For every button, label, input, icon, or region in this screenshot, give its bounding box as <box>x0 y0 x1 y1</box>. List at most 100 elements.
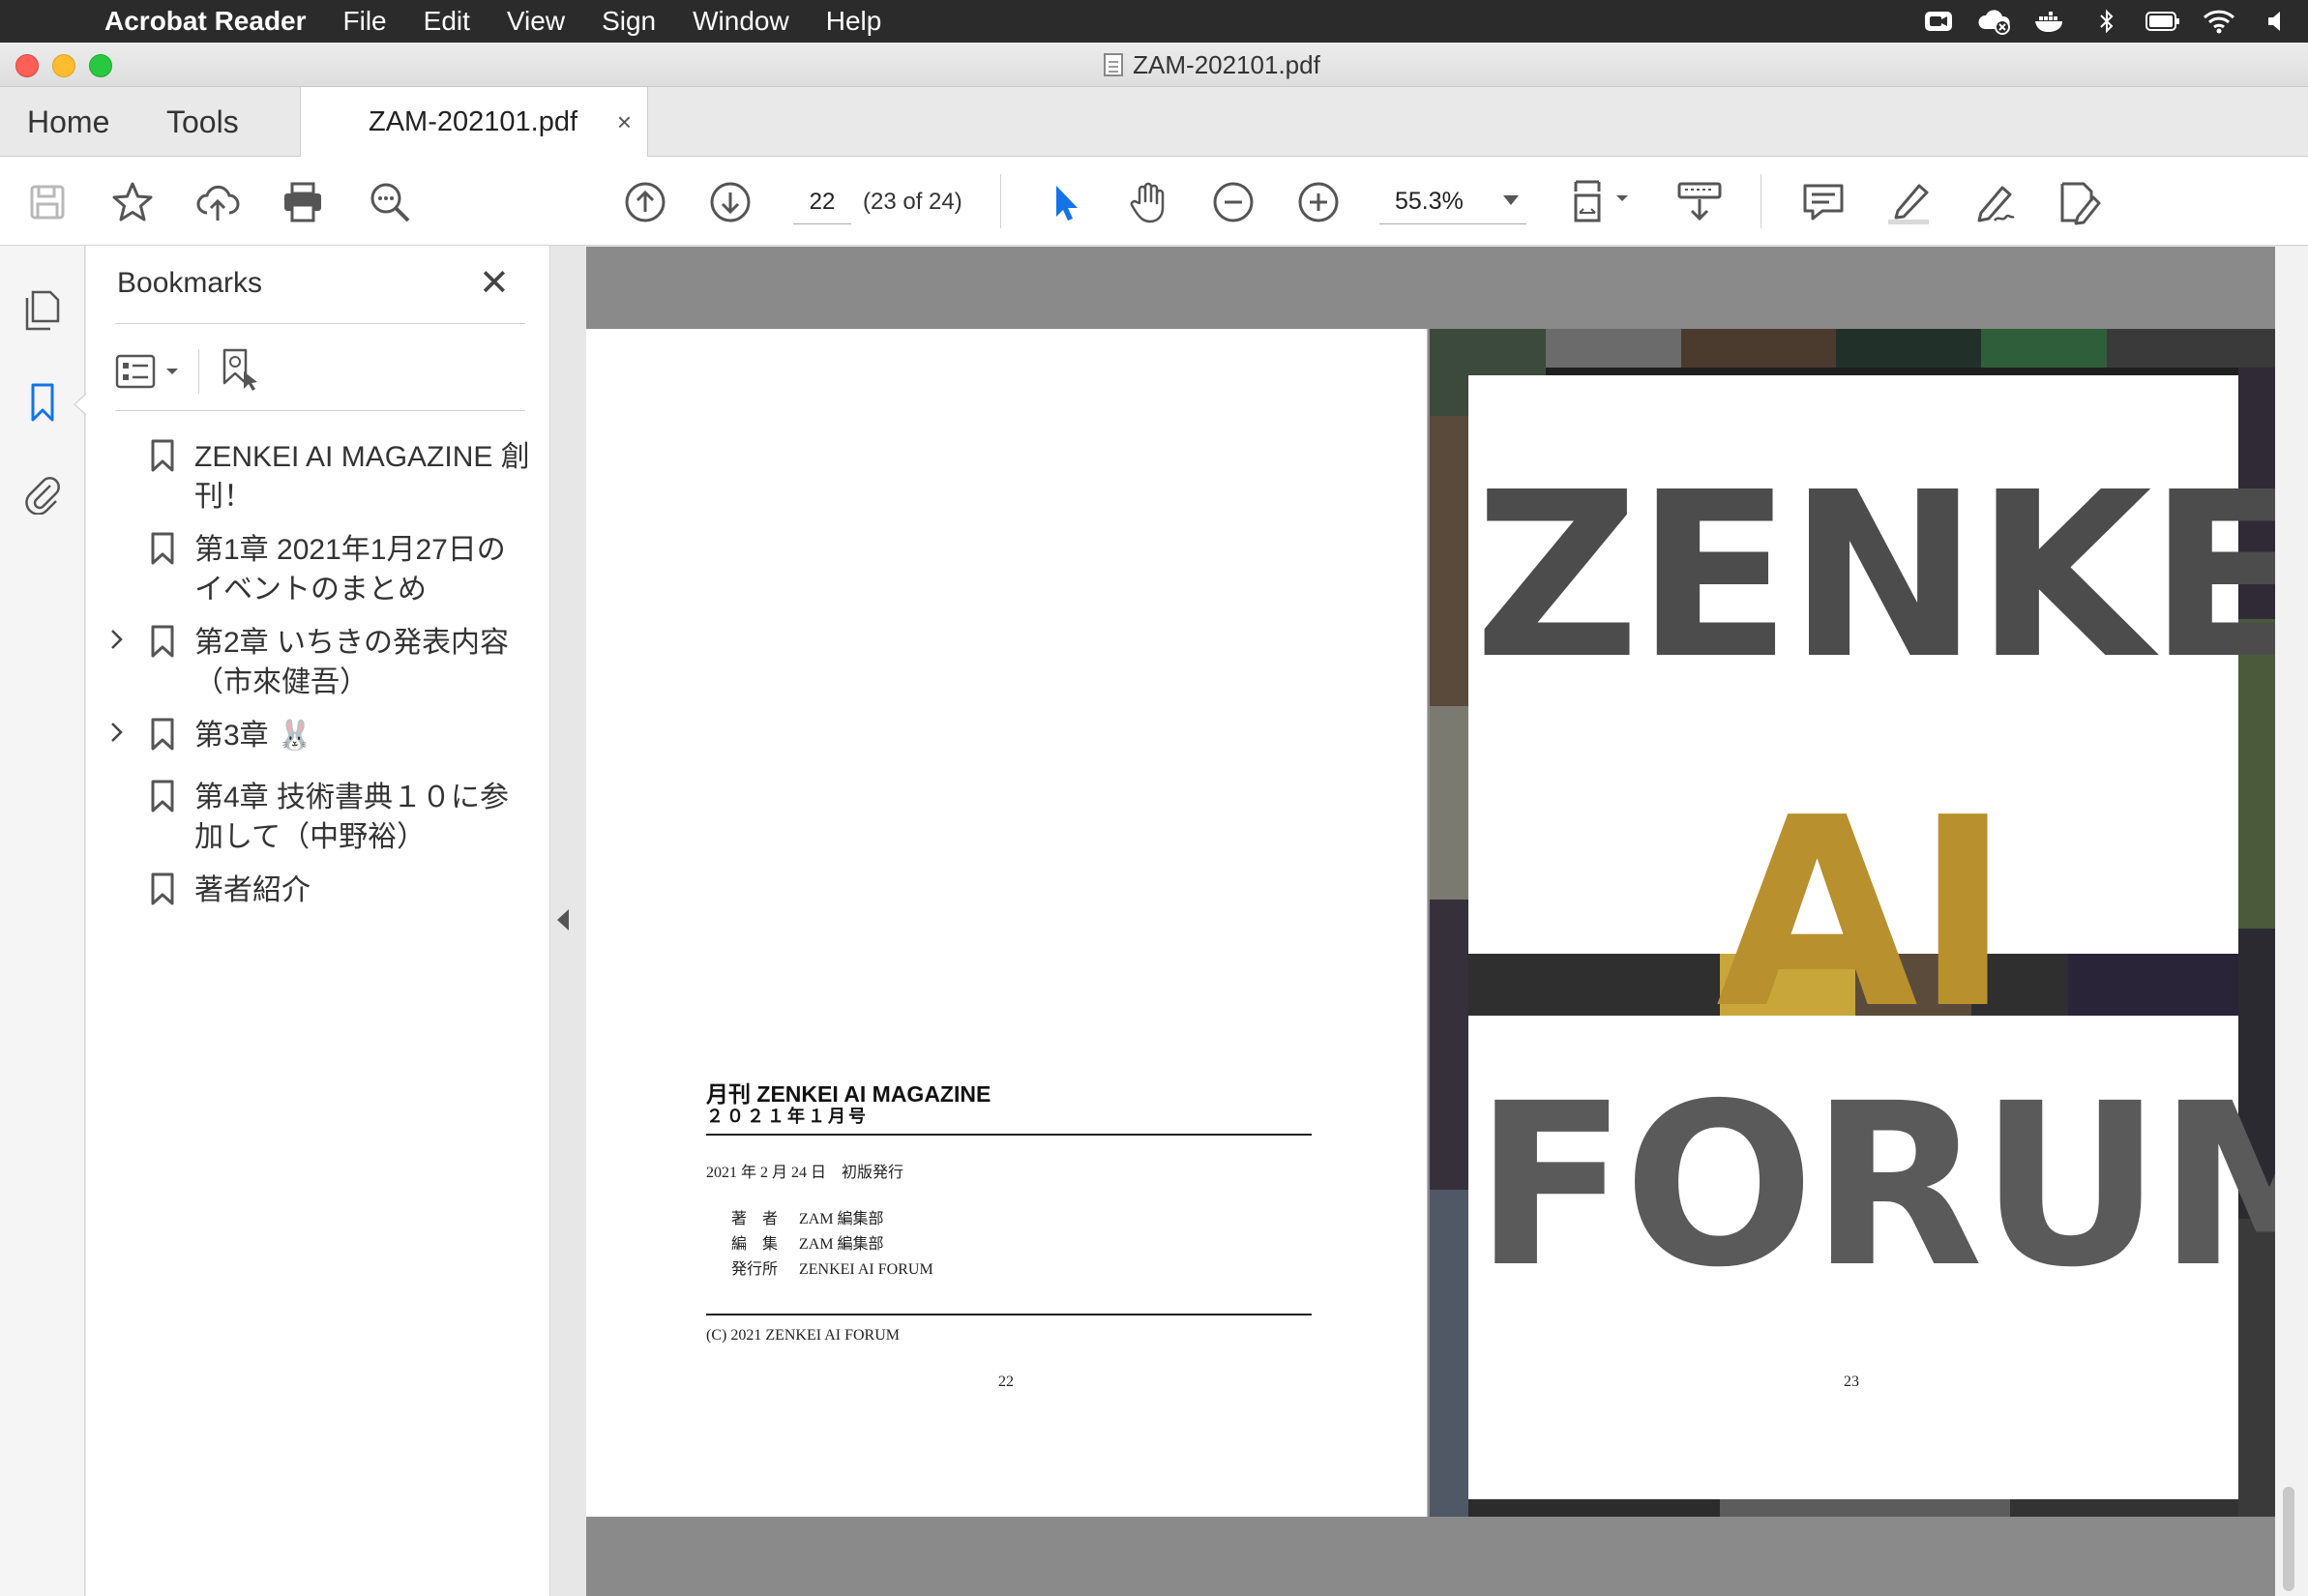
close-tab-icon[interactable]: × <box>617 107 632 137</box>
zoom-level-select[interactable]: 55.3% <box>1379 180 1526 224</box>
credit-value: ZAM 編集部 <box>799 1211 884 1227</box>
sign-pen-icon[interactable] <box>1968 176 2020 228</box>
bookmarks-title: Bookmarks <box>117 267 263 299</box>
bookmarks-panel-icon[interactable] <box>19 379 66 426</box>
search-icon[interactable] <box>364 176 416 228</box>
main-toolbar: 22 (23 of 24) 55.3% <box>0 157 2308 246</box>
pdf-document-icon <box>1104 53 1124 76</box>
bluetooth-icon[interactable] <box>2089 8 2124 35</box>
issue-label: ２０２１年１月号 <box>706 1107 869 1126</box>
credit-value: ZAM 編集部 <box>799 1236 884 1253</box>
bookmark-options-icon[interactable] <box>115 352 179 391</box>
bookmark-flag-icon <box>151 718 174 751</box>
credit-row: 編 集 ZAM 編集部 <box>731 1230 884 1254</box>
divider-line <box>706 1314 1312 1315</box>
screen-record-icon[interactable] <box>1921 8 1956 35</box>
tab-home[interactable]: Home <box>27 87 109 157</box>
comment-icon[interactable] <box>1797 176 1849 228</box>
bookmark-flag-icon <box>151 780 174 813</box>
bookmark-label: 著者紹介 <box>194 874 311 906</box>
window-title-text: ZAM-202101.pdf <box>1133 49 1320 79</box>
tab-bar: Home Tools ZAM-202101.pdf × <box>0 87 2308 158</box>
close-bookmarks-icon[interactable]: ✕ <box>479 265 510 302</box>
fill-sign-icon[interactable] <box>2053 176 2105 228</box>
bookmark-label: ZENKEI AI MAGAZINE 創刊！ <box>194 441 530 513</box>
bookmarks-panel: Bookmarks ✕ ZENKEI AI MAGAZINE 創刊！ 第1章 2… <box>86 246 550 1596</box>
tab-document-label: ZAM-202101.pdf <box>369 106 578 137</box>
credit-key: 編 集 <box>731 1236 779 1253</box>
scrollbar-thumb[interactable] <box>2283 1487 2294 1591</box>
bookmark-label: 第3章 🐰 <box>194 720 313 752</box>
page-number: 22 <box>998 1374 1014 1390</box>
app-menu[interactable]: Acrobat Reader <box>104 6 307 37</box>
next-page-icon[interactable] <box>704 176 756 228</box>
cover-word-forum: FORUM <box>1474 1055 2275 1316</box>
toolbar-divider <box>198 349 199 394</box>
window-title: ZAM-202101.pdf <box>0 43 2308 87</box>
bookmark-flag-icon <box>151 532 174 565</box>
bookmark-flag-icon <box>151 625 174 658</box>
chevron-down-icon <box>1503 195 1519 205</box>
scroll-mode-icon[interactable] <box>1673 176 1726 228</box>
select-tool-icon[interactable] <box>1039 176 1091 228</box>
credit-row: 著 者 ZAM 編集部 <box>731 1205 884 1228</box>
mac-menu-bar: Acrobat Reader File Edit View Sign Windo… <box>0 0 2308 43</box>
expand-chevron-icon[interactable] <box>109 625 125 661</box>
previous-page-icon[interactable] <box>619 176 671 228</box>
menu-view[interactable]: View <box>507 6 565 37</box>
copyright: (C) 2021 ZENKEI AI FORUM <box>706 1327 900 1344</box>
attachments-icon[interactable] <box>19 470 66 517</box>
new-bookmark-icon[interactable] <box>219 346 261 398</box>
status-menus <box>1921 0 2308 43</box>
save-icon[interactable] <box>21 176 74 228</box>
panel-divider <box>115 410 525 411</box>
page-number-input[interactable]: 22 <box>793 180 851 224</box>
collapse-panel-icon[interactable] <box>557 909 569 931</box>
credit-row: 発行所 ZENKEI AI FORUM <box>731 1256 933 1279</box>
tab-tools[interactable]: Tools <box>166 87 239 157</box>
active-panel-pointer <box>74 393 87 416</box>
menu-help[interactable]: Help <box>826 6 882 37</box>
menu-file[interactable]: File <box>343 6 387 37</box>
bookmark-flag-icon <box>151 872 174 905</box>
upload-cloud-icon[interactable] <box>192 176 244 228</box>
pdf-page-22: 月刊 ZENKEI AI MAGAZINE ２０２１年１月号 2021 年 2 … <box>586 329 1428 1517</box>
bookmarks-toolbar <box>115 340 261 402</box>
print-icon[interactable] <box>277 176 329 228</box>
pdf-page-23: ZENKEI AI FORUM 23 <box>1430 329 2275 1517</box>
cloud-sync-icon[interactable] <box>1977 8 2012 35</box>
bookmark-label: 第4章 技術書典１０に参加して（中野裕） <box>194 782 510 853</box>
menu-sign[interactable]: Sign <box>602 6 656 37</box>
panel-divider <box>115 323 525 324</box>
page-number: 23 <box>1844 1374 1859 1390</box>
wifi-icon[interactable] <box>2202 8 2236 35</box>
window-title-bar: ZAM-202101.pdf <box>0 43 2308 87</box>
credit-key: 著 者 <box>731 1211 779 1227</box>
divider-line <box>706 1134 1312 1136</box>
bookmark-flag-icon <box>151 439 174 472</box>
page-thumbnails-icon[interactable] <box>19 286 66 333</box>
battery-icon[interactable] <box>2145 8 2180 35</box>
zoom-out-icon[interactable] <box>1207 176 1259 228</box>
credit-value: ZENKEI AI FORUM <box>799 1261 933 1278</box>
highlight-pen-icon[interactable] <box>1882 176 1935 228</box>
tab-document[interactable]: ZAM-202101.pdf × <box>300 87 648 158</box>
menu-edit[interactable]: Edit <box>424 6 470 37</box>
docker-icon[interactable] <box>2033 8 2068 35</box>
volume-icon[interactable] <box>2258 8 2293 35</box>
publish-date: 2021 年 2 月 24 日 初版発行 <box>706 1165 904 1181</box>
page-fit-icon[interactable] <box>1569 176 1639 228</box>
cover-word-ai: AI <box>1716 761 2011 1066</box>
cover-word-zenkei: ZENKEI <box>1474 443 2275 709</box>
expand-chevron-icon[interactable] <box>109 718 125 754</box>
vertical-scrollbar[interactable] <box>2275 247 2308 1596</box>
zoom-in-icon[interactable] <box>1292 176 1345 228</box>
bookmark-star-icon[interactable] <box>106 176 159 228</box>
navigation-rail <box>0 246 87 1596</box>
menu-window[interactable]: Window <box>693 6 789 37</box>
page-count-label: (23 of 24) <box>863 189 962 215</box>
credit-key: 発行所 <box>731 1261 779 1278</box>
toolbar-divider <box>1000 174 1001 228</box>
hand-tool-icon[interactable] <box>1122 176 1174 228</box>
bookmark-label: 第1章 2021年1月27日のイベントのまとめ <box>194 534 506 606</box>
